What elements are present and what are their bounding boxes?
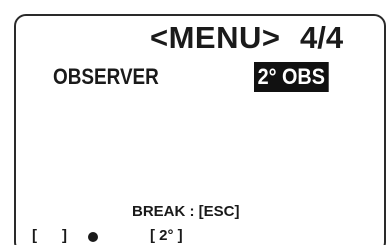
filled-circle-icon [88, 232, 98, 242]
status-observer-value: [ 2° ] [150, 227, 183, 244]
lcd-screen: <MENU> 4/4 OBSERVER 2° OBS BREAK : [ESC]… [0, 0, 388, 245]
observer-setting-label: OBSERVER [53, 64, 159, 89]
status-left-bracket: [ ] [32, 227, 67, 244]
observer-setting-value[interactable]: 2° OBS [254, 62, 329, 92]
menu-title: <MENU> [150, 20, 281, 55]
menu-page-indicator: 4/4 [300, 20, 344, 55]
break-esc-hint: BREAK : [ESC] [132, 203, 240, 220]
